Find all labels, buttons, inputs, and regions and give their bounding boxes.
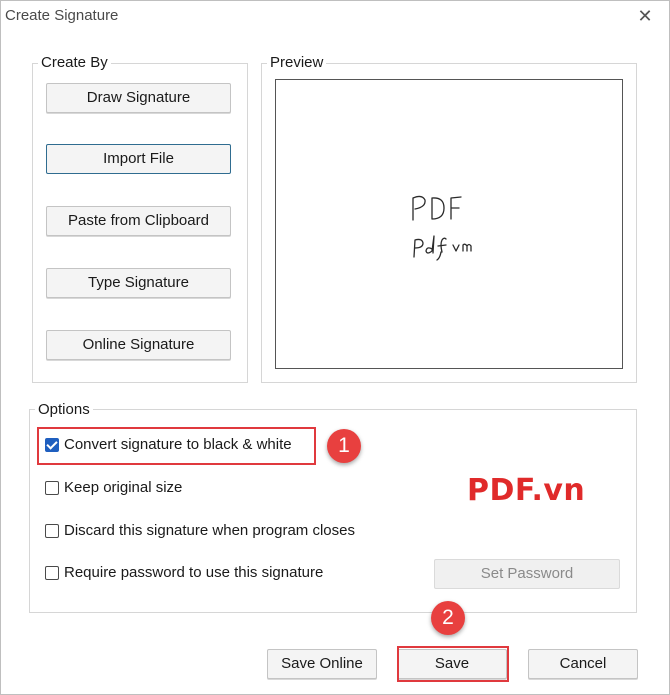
preview-label: Preview — [267, 54, 327, 71]
convert-option-highlight — [37, 427, 316, 465]
signature-preview-area — [275, 79, 623, 369]
options-label: Options — [35, 401, 93, 418]
online-signature-button[interactable]: Online Signature — [46, 330, 231, 360]
draw-signature-button[interactable]: Draw Signature — [46, 83, 231, 113]
save-button-highlight — [397, 646, 509, 682]
discard-signature-option[interactable]: Discard this signature when program clos… — [45, 522, 355, 539]
save-online-button[interactable]: Save Online — [267, 649, 377, 679]
pdfvn-watermark: PDF.vn — [467, 473, 586, 508]
import-file-button[interactable]: Import File — [46, 144, 231, 174]
type-signature-button[interactable]: Type Signature — [46, 268, 231, 298]
discard-signature-label: Discard this signature when program clos… — [64, 522, 355, 539]
require-password-label: Require password to use this signature — [64, 564, 324, 581]
keep-original-size-label: Keep original size — [64, 479, 183, 496]
create-signature-dialog: Create Signature ✕ Create By Draw Signat… — [0, 0, 670, 695]
require-password-checkbox[interactable] — [45, 565, 59, 580]
step-2-badge: 2 — [431, 601, 465, 635]
close-icon[interactable]: ✕ — [635, 6, 655, 26]
paste-from-clipboard-button[interactable]: Paste from Clipboard — [46, 206, 231, 236]
step-1-badge: 1 — [327, 429, 361, 463]
require-password-option[interactable]: Require password to use this signature — [45, 564, 323, 581]
title-bar: Create Signature ✕ — [1, 1, 669, 33]
set-password-button[interactable]: Set Password — [434, 559, 620, 589]
discard-signature-checkbox[interactable] — [45, 523, 59, 538]
keep-original-size-option[interactable]: Keep original size — [45, 479, 182, 496]
dialog-title: Create Signature — [5, 7, 119, 24]
cancel-button[interactable]: Cancel — [528, 649, 638, 679]
keep-original-size-checkbox[interactable] — [45, 480, 59, 495]
handwritten-signature — [412, 195, 472, 261]
create-by-label: Create By — [38, 54, 111, 71]
